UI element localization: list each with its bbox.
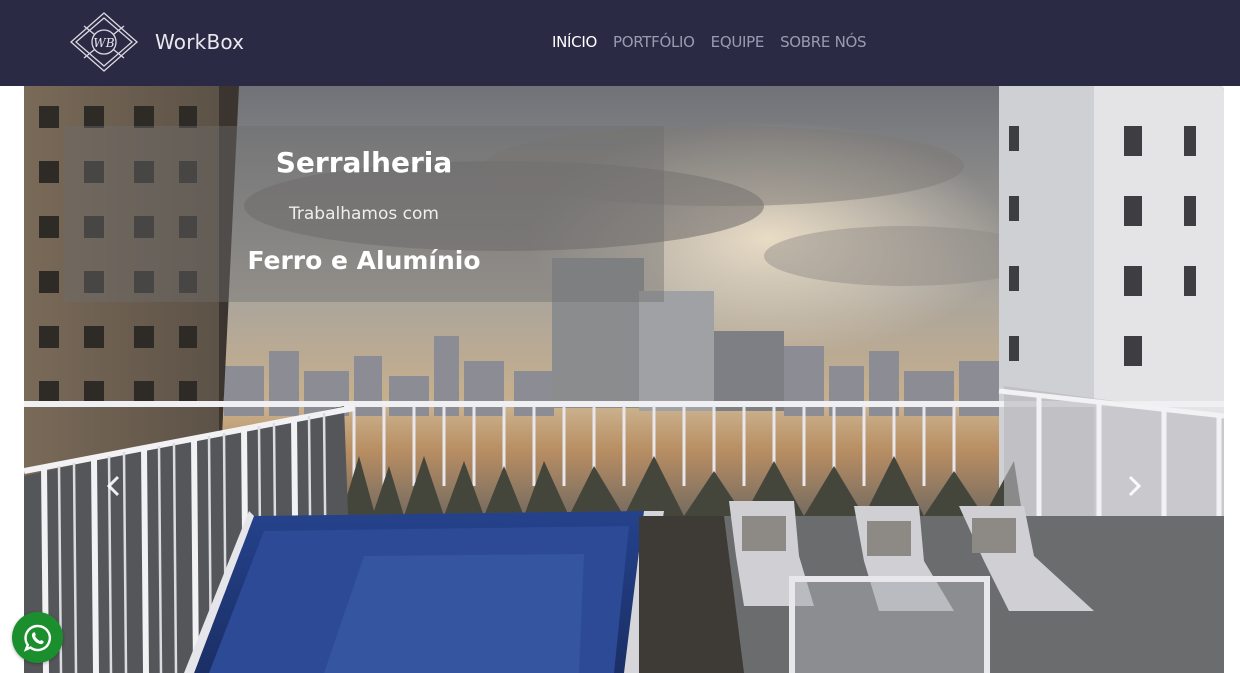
slide-caption: Serralheria Trabalhamos com Ferro e Alum… — [64, 126, 664, 302]
logo-letters: WB — [93, 36, 114, 50]
nav-item-equipe[interactable]: EQUIPE — [711, 33, 765, 51]
nav-item-portfolio[interactable]: PORTFÓLIO — [613, 33, 695, 51]
chevron-left-icon — [106, 475, 120, 497]
carousel-prev-button[interactable] — [94, 466, 134, 506]
brand-link[interactable]: WB WorkBox — [70, 12, 244, 72]
chevron-right-icon — [1128, 475, 1142, 497]
caption-subtitle: Trabalhamos com — [289, 204, 439, 224]
carousel-next-button[interactable] — [1114, 466, 1154, 506]
caption-title: Serralheria — [275, 146, 453, 179]
whatsapp-icon — [23, 624, 51, 652]
nav-item-inicio[interactable]: INÍCIO — [552, 33, 597, 51]
navbar: WB WorkBox INÍCIO PORTFÓLIO EQUIPE SOBRE… — [0, 0, 1240, 86]
hero-carousel: Serralheria Trabalhamos com Ferro e Alum… — [24, 86, 1224, 673]
brand-name: WorkBox — [155, 30, 245, 54]
nav-item-sobre-nos[interactable]: SOBRE NÓS — [780, 33, 866, 51]
caption-highlight: Ferro e Alumínio — [247, 246, 481, 275]
whatsapp-button[interactable] — [12, 612, 63, 663]
main-nav: INÍCIO PORTFÓLIO EQUIPE SOBRE NÓS — [552, 33, 867, 51]
wb-logo-icon: WB — [70, 12, 138, 72]
